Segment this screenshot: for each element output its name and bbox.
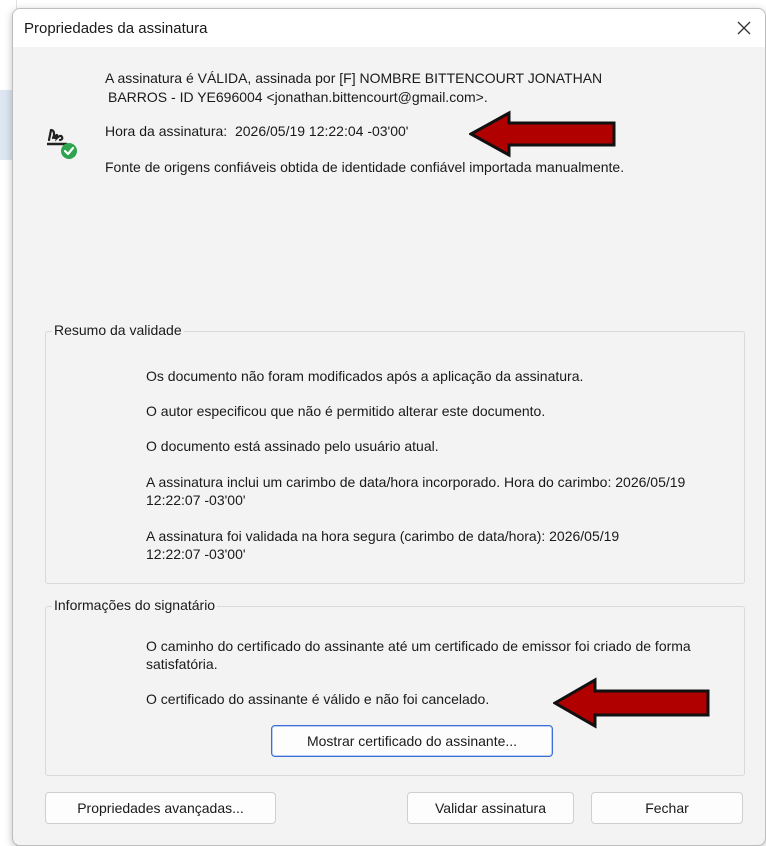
- signature-properties-dialog: Propriedades da assinatura A assinatura …: [12, 8, 766, 846]
- red-arrow-annotation: [469, 110, 616, 158]
- advanced-properties-button[interactable]: Propriedades avançadas...: [45, 792, 276, 824]
- signature-time-value: 2026/05/19 12:22:04 -03'00': [234, 123, 409, 139]
- signer-item: O certificado do assinante é válido e nã…: [146, 691, 490, 707]
- signature-status-line1: A assinatura é VÁLIDA, assinada por [F] …: [105, 70, 603, 86]
- signature-time-label: Hora da assinatura:: [105, 123, 228, 139]
- signature-time: Hora da assinatura: 2026/05/19 12:22:04 …: [105, 123, 408, 139]
- signer-info-title: Informações do signatário: [52, 597, 218, 613]
- show-certificate-button[interactable]: Mostrar certificado do assinante...: [271, 725, 553, 757]
- background-window-panel: [0, 90, 12, 160]
- signature-source: Fonte de origens confiáveis obtida de id…: [105, 159, 625, 175]
- close-button[interactable]: [723, 9, 765, 47]
- validity-item: A assinatura foi validada na hora segura…: [146, 528, 620, 562]
- validity-item: O autor especificou que não é permitido …: [146, 403, 546, 419]
- validate-signature-button[interactable]: Validar assinatura: [407, 792, 574, 824]
- signature-valid-icon: [47, 128, 77, 159]
- signer-item: O caminho do certificado do assinante at…: [146, 638, 691, 672]
- title-bar: Propriedades da assinatura: [13, 9, 765, 47]
- validity-item: Os documento não foram modificados após …: [146, 368, 584, 384]
- dialog-title: Propriedades da assinatura: [24, 20, 208, 37]
- validity-item: O documento está assinado pelo usuário a…: [146, 438, 439, 454]
- signature-status-line2: BARROS - ID YE696004 <jonathan.bittencou…: [108, 89, 488, 105]
- close-icon: [737, 21, 751, 35]
- red-arrow-annotation: [553, 677, 710, 729]
- validity-summary-title: Resumo da validade: [52, 322, 184, 338]
- validity-item: A assinatura inclui um carimbo de data/h…: [146, 474, 686, 508]
- close-dialog-button[interactable]: Fechar: [591, 792, 743, 824]
- validity-summary-group: Resumo da validade Os documento não fora…: [45, 322, 745, 584]
